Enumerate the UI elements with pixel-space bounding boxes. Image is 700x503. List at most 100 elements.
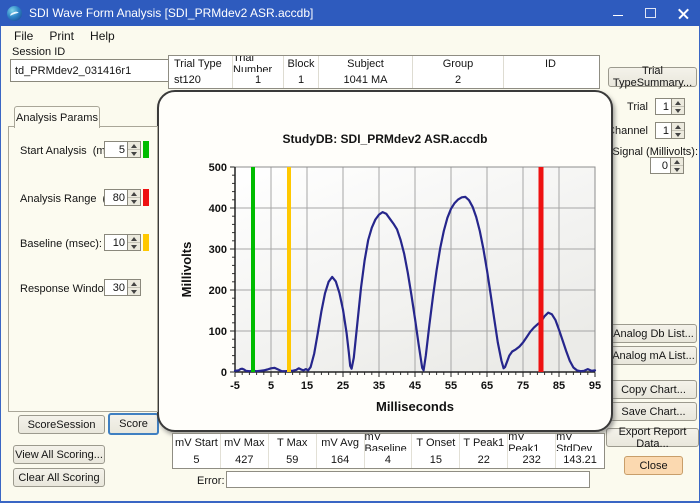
results-cell: 5 bbox=[173, 451, 221, 468]
results-cell: 22 bbox=[460, 451, 508, 468]
window-title: SDI Wave Form Analysis [SDI_PRMdev2 ASR.… bbox=[29, 6, 313, 20]
close-window-button[interactable] bbox=[667, 0, 700, 26]
baseline-label: Baseline (msec): bbox=[20, 238, 102, 250]
response-window-value[interactable]: 30 bbox=[104, 279, 128, 296]
waveform-chart: -551525354555657585950100200300400500Mil… bbox=[159, 92, 611, 430]
svg-text:400: 400 bbox=[209, 203, 227, 215]
results-header: T Max bbox=[269, 434, 317, 451]
start-analysis-stepper[interactable]: 5 bbox=[104, 141, 149, 158]
tab-analysis-params[interactable]: Analysis Params bbox=[14, 106, 100, 128]
trial-info-cell: 1 bbox=[233, 72, 284, 88]
signal-value[interactable]: 0 bbox=[650, 157, 671, 174]
score-button[interactable]: Score bbox=[108, 413, 159, 435]
results-header: mV StdDev bbox=[556, 434, 604, 451]
start-analysis-value[interactable]: 5 bbox=[104, 141, 128, 158]
title-bar: SDI Wave Form Analysis [SDI_PRMdev2 ASR.… bbox=[0, 0, 700, 26]
results-table: mV Start mV Max T Max mV Avg mV Baseline… bbox=[172, 433, 605, 469]
error-field[interactable] bbox=[226, 471, 590, 488]
export-report-data-button[interactable]: Export Report Data... bbox=[606, 428, 699, 447]
response-window-label: Response Window: bbox=[20, 283, 115, 295]
minimize-button[interactable] bbox=[601, 0, 634, 26]
analysis-range-spin-arrows[interactable] bbox=[128, 189, 141, 206]
results-header: mV Avg bbox=[317, 434, 365, 451]
svg-text:300: 300 bbox=[209, 244, 227, 256]
trial-info-header: Subject bbox=[319, 56, 413, 72]
trial-info-header: Trial Type bbox=[169, 56, 233, 72]
results-header: mV Peak1 bbox=[508, 434, 556, 451]
trial-info-header: ID bbox=[504, 56, 597, 72]
analysis-range-stepper[interactable]: 80 bbox=[104, 189, 149, 206]
svg-text:35: 35 bbox=[373, 380, 385, 392]
channel-spin-arrows[interactable] bbox=[672, 122, 685, 139]
svg-text:Millivolts: Millivolts bbox=[179, 242, 194, 298]
svg-text:65: 65 bbox=[481, 380, 493, 392]
svg-text:55: 55 bbox=[445, 380, 457, 392]
session-id-value: td_PRMdev2_031416r1 bbox=[15, 65, 131, 77]
svg-text:45: 45 bbox=[409, 380, 421, 392]
analog-ma-list-button[interactable]: Analog mA List... bbox=[610, 346, 697, 365]
response-window-spin-arrows[interactable] bbox=[128, 279, 141, 296]
sdi-waveform-analysis-window: { "window": { "title": "SDI Wave Form An… bbox=[0, 0, 700, 503]
score-session-button[interactable]: ScoreSession bbox=[18, 415, 105, 434]
analysis-range-color-bar bbox=[143, 189, 149, 206]
svg-text:500: 500 bbox=[209, 162, 227, 174]
svg-text:25: 25 bbox=[337, 380, 349, 392]
trial-info-table: Trial Type Trial Number Block Subject Gr… bbox=[168, 55, 600, 89]
signal-spin-arrows[interactable] bbox=[671, 157, 684, 174]
trial-info-cell: 1041 MA bbox=[319, 72, 413, 88]
copy-chart-button[interactable]: Copy Chart... bbox=[610, 380, 697, 399]
maximize-button[interactable] bbox=[634, 0, 667, 26]
start-analysis-spin-arrows[interactable] bbox=[128, 141, 141, 158]
svg-text:85: 85 bbox=[553, 380, 565, 392]
menu-help[interactable]: Help bbox=[84, 27, 125, 45]
trial-type-summary-button[interactable]: Trial TypeSummary... bbox=[608, 67, 697, 87]
results-cell: 15 bbox=[412, 451, 460, 468]
analog-db-list-button[interactable]: Analog Db List... bbox=[610, 324, 697, 343]
results-cell: 232 bbox=[508, 451, 556, 468]
start-analysis-color-bar bbox=[143, 141, 149, 158]
trial-info-cell bbox=[504, 72, 597, 88]
results-header: mV Max bbox=[221, 434, 269, 451]
analysis-range-value[interactable]: 80 bbox=[104, 189, 128, 206]
trial-info-header: Trial Number bbox=[233, 56, 284, 72]
trial-spin-arrows[interactable] bbox=[672, 98, 685, 115]
clear-all-scoring-button[interactable]: Clear All Scoring bbox=[13, 468, 105, 487]
channel-value[interactable]: 1 bbox=[655, 122, 672, 139]
maximize-icon bbox=[645, 8, 656, 18]
menu-bar: File Print Help bbox=[0, 26, 700, 46]
results-header: T Onset bbox=[412, 434, 460, 451]
waveform-chart-panel: StudyDB: SDI_PRMdev2 ASR.accdb SessID: t… bbox=[157, 90, 613, 432]
results-header: mV Start bbox=[173, 434, 221, 451]
baseline-spin-arrows[interactable] bbox=[128, 234, 141, 251]
trial-stepper[interactable]: 1 bbox=[655, 98, 685, 115]
channel-stepper[interactable]: 1 bbox=[655, 122, 685, 139]
app-icon bbox=[7, 6, 22, 21]
menu-print[interactable]: Print bbox=[43, 27, 84, 45]
results-cell: 4 bbox=[365, 451, 413, 468]
svg-text:5: 5 bbox=[268, 380, 274, 392]
close-button[interactable]: Close bbox=[624, 456, 683, 475]
response-window-stepper[interactable]: 30 bbox=[104, 279, 141, 296]
svg-text:-5: -5 bbox=[230, 380, 240, 392]
trial-info-cell: 2 bbox=[413, 72, 504, 88]
svg-text:15: 15 bbox=[301, 380, 313, 392]
trial-info-header: Block bbox=[284, 56, 319, 72]
save-chart-button[interactable]: Save Chart... bbox=[610, 402, 697, 421]
baseline-value[interactable]: 10 bbox=[104, 234, 128, 251]
svg-text:0: 0 bbox=[221, 367, 227, 379]
menu-file[interactable]: File bbox=[8, 27, 43, 45]
trial-info-cell: 1 bbox=[284, 72, 319, 88]
baseline-color-bar bbox=[143, 234, 149, 251]
view-all-scoring-button[interactable]: View All Scoring... bbox=[13, 445, 105, 464]
svg-text:Milliseconds: Milliseconds bbox=[376, 399, 454, 414]
signal-stepper[interactable]: 0 bbox=[650, 157, 684, 174]
baseline-stepper[interactable]: 10 bbox=[104, 234, 149, 251]
results-header: mV Baseline bbox=[365, 434, 413, 451]
error-label: Error: bbox=[197, 475, 225, 487]
svg-text:100: 100 bbox=[209, 326, 227, 338]
svg-text:95: 95 bbox=[589, 380, 601, 392]
session-id-label: Session ID bbox=[12, 46, 65, 58]
svg-text:75: 75 bbox=[517, 380, 529, 392]
results-cell: 164 bbox=[317, 451, 365, 468]
trial-value[interactable]: 1 bbox=[655, 98, 672, 115]
